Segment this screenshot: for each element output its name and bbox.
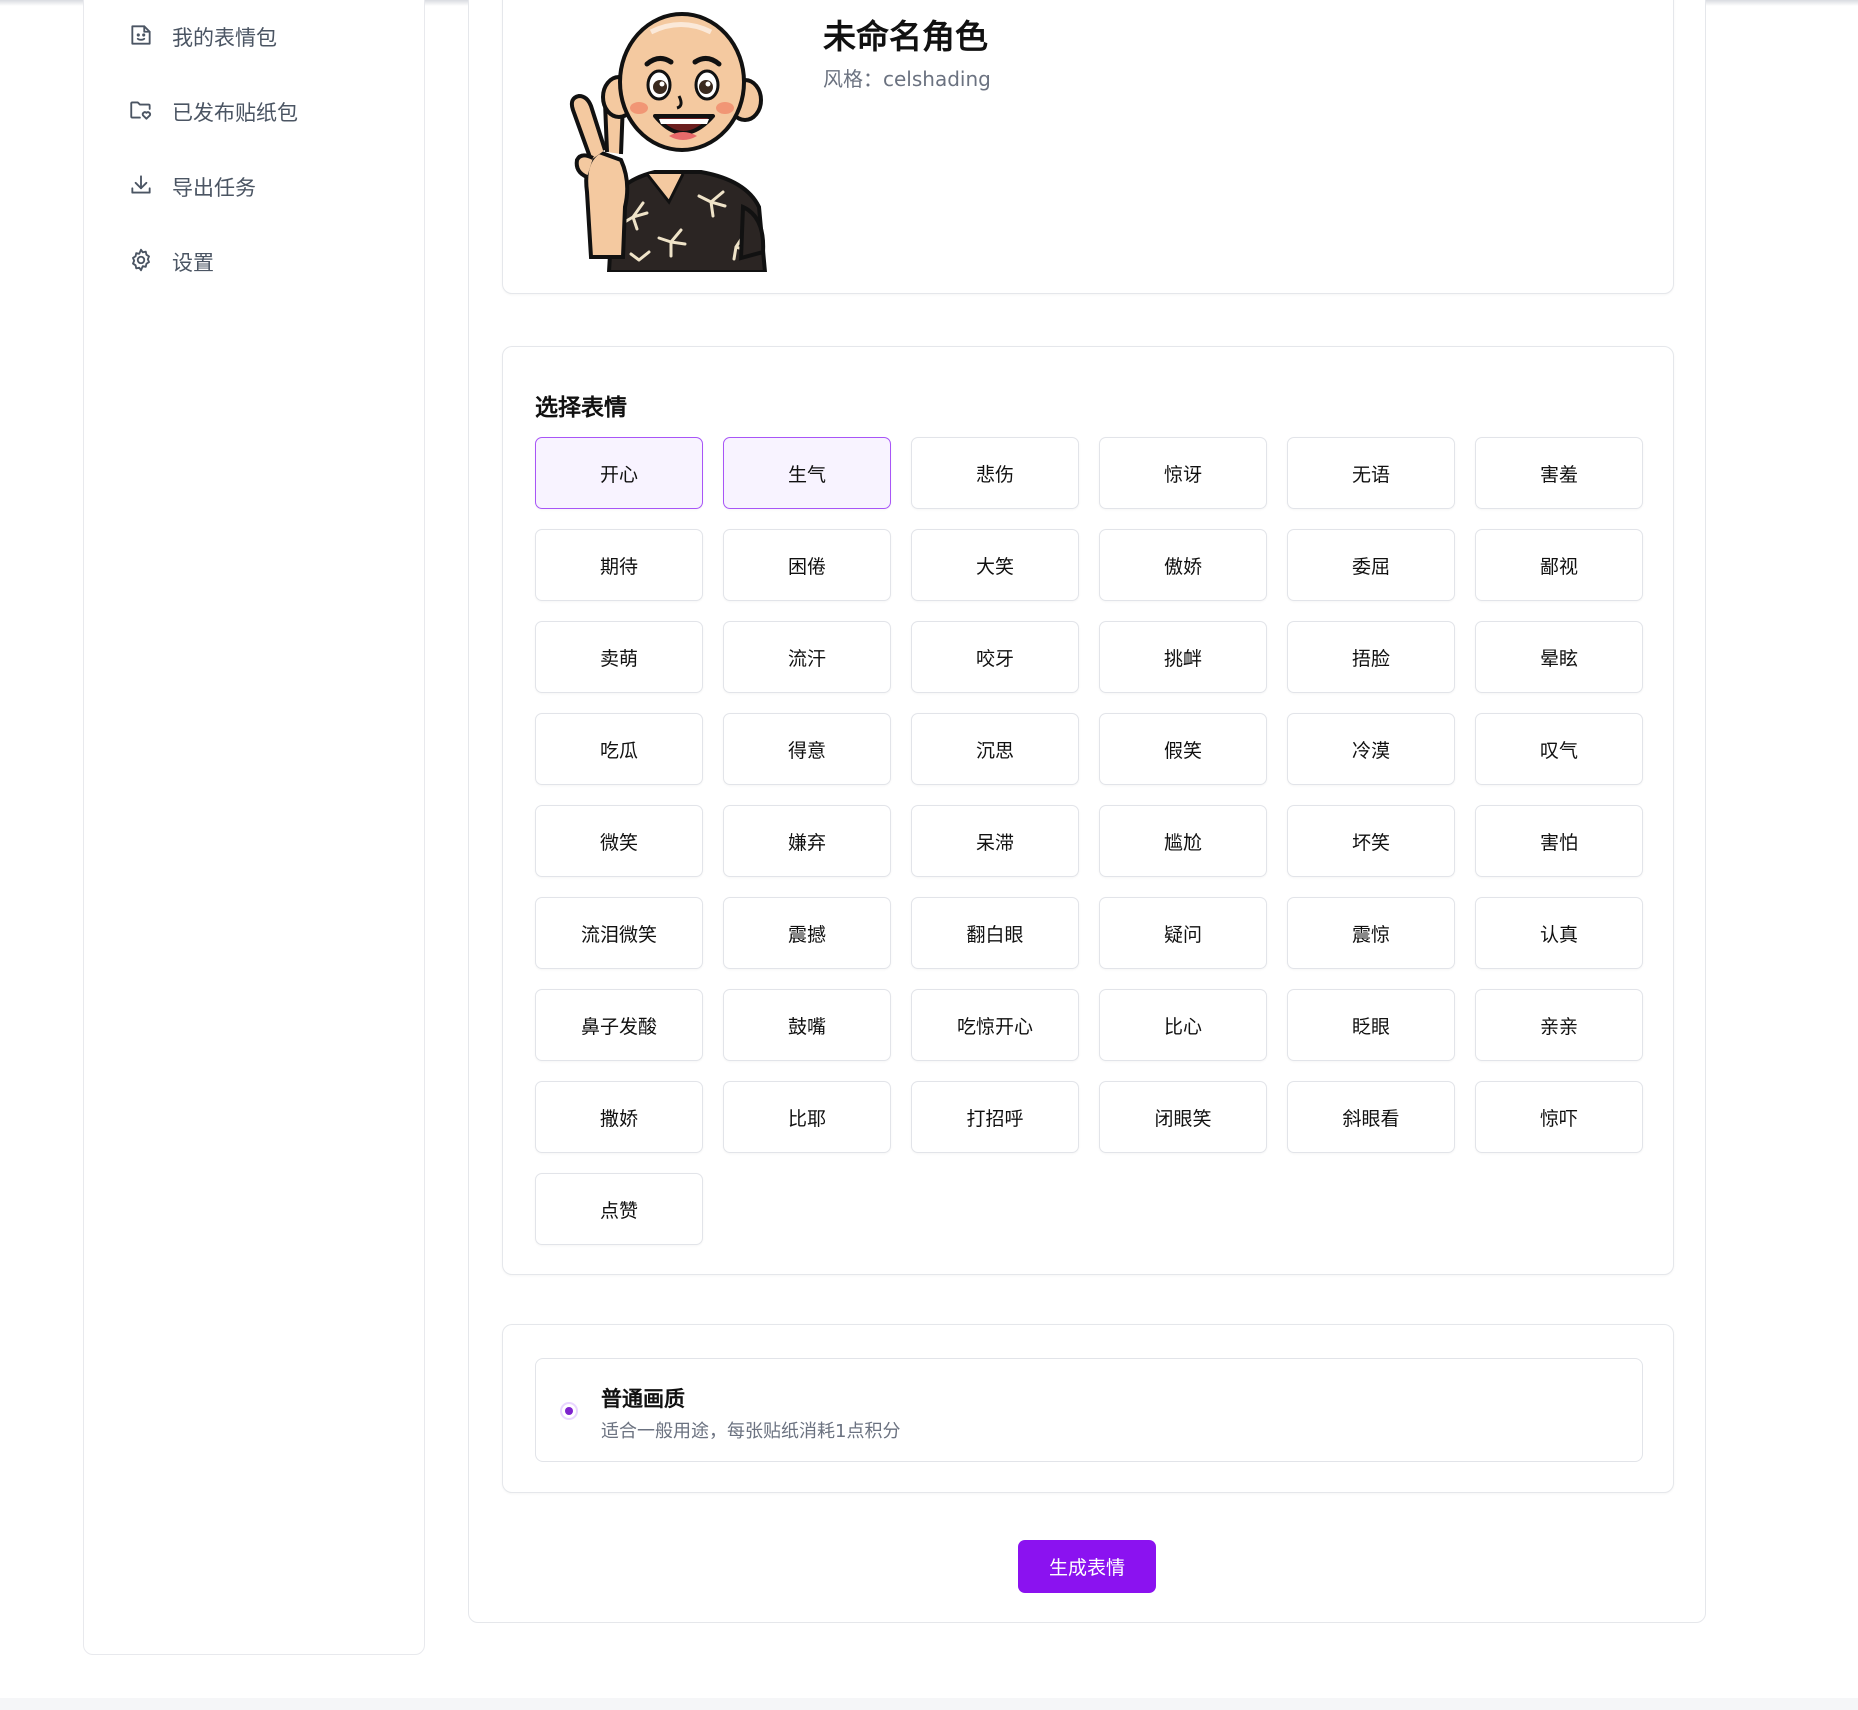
- expression-button[interactable]: 翻白眼: [911, 897, 1079, 969]
- expression-button[interactable]: 惊讶: [1099, 437, 1267, 509]
- expression-button[interactable]: 吃瓜: [535, 713, 703, 785]
- expression-button[interactable]: 叹气: [1475, 713, 1643, 785]
- expression-button[interactable]: 假笑: [1099, 713, 1267, 785]
- expression-button[interactable]: 比耶: [723, 1081, 891, 1153]
- sidebar-item-settings[interactable]: 设置: [128, 240, 408, 284]
- sidebar-item-label: 我的表情包: [172, 26, 277, 50]
- expression-button[interactable]: 鄙视: [1475, 529, 1643, 601]
- quality-radio[interactable]: [560, 1402, 578, 1420]
- expression-button[interactable]: 委屈: [1287, 529, 1455, 601]
- sidebar-item-label: 导出任务: [172, 176, 256, 200]
- character-card: 未命名角色 风格：celshading: [502, 0, 1674, 294]
- expression-button[interactable]: 亲亲: [1475, 989, 1643, 1061]
- expression-button[interactable]: 无语: [1287, 437, 1455, 509]
- expression-button[interactable]: 认真: [1475, 897, 1643, 969]
- folder-heart-icon: [128, 97, 154, 128]
- expression-button[interactable]: 流泪微笑: [535, 897, 703, 969]
- expression-button[interactable]: 闭眼笑: [1099, 1081, 1267, 1153]
- main-panel: 未命名角色 风格：celshading 选择表情 开心 生气 悲伤 惊讶 无语 害羞期待困…: [468, 0, 1706, 1623]
- expression-button[interactable]: 震惊: [1287, 897, 1455, 969]
- sidebar-item-label: 已发布贴纸包: [172, 101, 298, 125]
- expression-grid: 开心 生气 悲伤 惊讶 无语 害羞期待 困倦 大笑 傲娇 委屈 鄙视卖萌 流汗 咬牙 挑衅 捂脸 晕眩吃瓜 得意…: [535, 437, 1643, 1245]
- character-name: 未命名角色: [823, 17, 988, 56]
- expression-button[interactable]: 咬牙: [911, 621, 1079, 693]
- expression-button[interactable]: 大笑: [911, 529, 1079, 601]
- expression-button[interactable]: 吃惊开心: [911, 989, 1079, 1061]
- expression-button[interactable]: 尴尬: [1099, 805, 1267, 877]
- expression-button[interactable]: 打招呼: [911, 1081, 1079, 1153]
- expression-button[interactable]: 沉思: [911, 713, 1079, 785]
- expression-button[interactable]: 惊吓: [1475, 1081, 1643, 1153]
- expression-button[interactable]: 捂脸: [1287, 621, 1455, 693]
- expression-button[interactable]: 比心: [1099, 989, 1267, 1061]
- expression-button[interactable]: 悲伤: [911, 437, 1079, 509]
- quality-option-standard[interactable]: 普通画质 适合一般用途，每张贴纸消耗1点积分: [535, 1358, 1643, 1462]
- expression-button[interactable]: 冷漠: [1287, 713, 1455, 785]
- quality-card: 普通画质 适合一般用途，每张贴纸消耗1点积分: [502, 1324, 1674, 1493]
- sidebar-item-export-tasks[interactable]: 导出任务: [128, 165, 408, 209]
- expression-button[interactable]: 嫌弃: [723, 805, 891, 877]
- expression-button[interactable]: 害怕: [1475, 805, 1643, 877]
- expression-button[interactable]: 斜眼看: [1287, 1081, 1455, 1153]
- expression-button[interactable]: 眨眼: [1287, 989, 1455, 1061]
- expression-section-title: 选择表情: [535, 395, 627, 421]
- expression-button[interactable]: 呆滞: [911, 805, 1079, 877]
- download-icon: [128, 172, 154, 203]
- expression-button[interactable]: 晕眩: [1475, 621, 1643, 693]
- quality-description: 适合一般用途，每张贴纸消耗1点积分: [601, 1421, 901, 1442]
- expression-button[interactable]: 困倦: [723, 529, 891, 601]
- expression-button[interactable]: 害羞: [1475, 437, 1643, 509]
- sidebar: 我的表情包 已发布贴纸包 导出任务 设置: [83, 0, 425, 1655]
- generate-button[interactable]: 生成表情: [1018, 1540, 1156, 1593]
- expression-button[interactable]: 得意: [723, 713, 891, 785]
- sidebar-item-published-packs[interactable]: 已发布贴纸包: [128, 90, 408, 134]
- sticker-icon: [128, 22, 154, 53]
- bottom-band: [0, 1698, 1858, 1710]
- gear-icon: [128, 247, 154, 278]
- character-style: 风格：celshading: [823, 67, 991, 91]
- expression-button[interactable]: 流汗: [723, 621, 891, 693]
- expression-button[interactable]: 卖萌: [535, 621, 703, 693]
- expression-button[interactable]: 点赞: [535, 1173, 703, 1245]
- expression-button[interactable]: 鼻子发酸: [535, 989, 703, 1061]
- expression-button[interactable]: 震撼: [723, 897, 891, 969]
- quality-title: 普通画质: [601, 1387, 685, 1411]
- expression-button[interactable]: 鼓嘴: [723, 989, 891, 1061]
- expression-button[interactable]: 坏笑: [1287, 805, 1455, 877]
- expression-button[interactable]: 撒娇: [535, 1081, 703, 1153]
- expression-button[interactable]: 期待: [535, 529, 703, 601]
- expression-button[interactable]: 傲娇: [1099, 529, 1267, 601]
- character-avatar: [569, 12, 768, 272]
- expression-button[interactable]: 疑问: [1099, 897, 1267, 969]
- sidebar-item-label: 设置: [172, 251, 214, 275]
- expression-button[interactable]: 微笑: [535, 805, 703, 877]
- expression-button[interactable]: 生气: [723, 437, 891, 509]
- sidebar-item-my-stickers[interactable]: 我的表情包: [128, 15, 408, 59]
- expression-card: 选择表情 开心 生气 悲伤 惊讶 无语 害羞期待 困倦 大笑 傲娇 委屈 鄙视卖萌 流汗 咬牙 挑衅 捂脸晕…: [502, 346, 1674, 1275]
- expression-button[interactable]: 开心: [535, 437, 703, 509]
- expression-button[interactable]: 挑衅: [1099, 621, 1267, 693]
